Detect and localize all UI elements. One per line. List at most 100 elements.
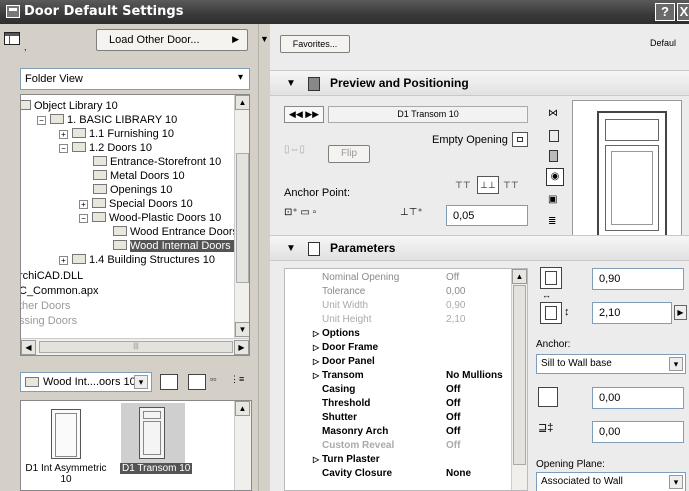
reveal-side-icon[interactable]: ⊡⁺ ▭ ▫ (284, 207, 326, 223)
param-group-door-frame[interactable]: ▷ Door Frame (313, 341, 528, 354)
tree-item[interactable]: +1.4 Building Structures 10 (59, 254, 215, 267)
param-group-door-panel[interactable]: ▷ Door Panel (313, 355, 528, 368)
thumbnail-d1-transom-selected[interactable] (121, 403, 185, 463)
scroll-down-icon[interactable]: ▼ (235, 322, 249, 337)
scroll-left-icon[interactable]: ◀ (21, 340, 36, 355)
plan-view-icon[interactable]: ⋈ (548, 108, 558, 119)
tree-item[interactable]: Wood Entrance Doors 1 (113, 226, 247, 239)
param-group-options[interactable]: ▷ Options (313, 327, 528, 340)
tree-item-selected[interactable]: Wood Internal Doors 10 (113, 240, 246, 253)
tree-item[interactable]: Object Library 10 (21, 100, 118, 113)
folder-up-icon[interactable] (160, 374, 178, 390)
folder-icon (72, 142, 86, 152)
param-group-turn-plaster[interactable]: ▷ Turn Plaster (313, 453, 528, 466)
tree-item[interactable]: ther Doors (21, 300, 70, 313)
tree-item[interactable]: Metal Doors 10 (93, 170, 185, 183)
chevron-right-icon[interactable]: ▶ (674, 305, 687, 320)
3d-view-icon[interactable]: ◉ (546, 168, 564, 186)
help-button[interactable]: ? (655, 3, 675, 21)
list-view-icon[interactable]: ≣ (548, 216, 556, 227)
grid-view-icon[interactable]: ▣ (548, 194, 557, 205)
parameters-list[interactable]: Nominal Opening Off Tolerance 0,00 Unit Wi… (284, 268, 528, 491)
scroll-up-icon[interactable]: ▲ (235, 95, 249, 110)
preview-section-header[interactable]: ▼ Preview and Positioning (270, 70, 689, 96)
parameters-scrollbar[interactable]: ▲ (511, 269, 527, 490)
param-row[interactable]: Unit Height 2,10 (318, 313, 528, 326)
anchor-point-selector[interactable]: ⊤⊤ ⊥⊥ ⊤⊤ (455, 176, 521, 196)
folder-select[interactable]: Wood Int....oors 10 ▾ (20, 372, 152, 392)
expand-triangle-icon[interactable]: ▷ (313, 369, 319, 382)
collapse-icon[interactable]: − (59, 144, 68, 153)
favorites-button[interactable]: Favorites... (280, 35, 350, 53)
flip-button[interactable]: Flip (328, 145, 370, 163)
height-field[interactable]: 2,10 (592, 302, 672, 324)
offset-field[interactable]: 0,05 (446, 205, 528, 226)
thumbnail-scrollbar[interactable]: ▲ (234, 401, 251, 490)
anchor-left-icon[interactable]: ⊤⊤ (455, 180, 471, 191)
collapse-icon[interactable]: − (79, 214, 88, 223)
expand-triangle-icon[interactable]: ▷ (313, 327, 319, 340)
tree-item[interactable]: − 1.2 Doors 10 (59, 142, 152, 155)
tree-item[interactable]: + Special Doors 10 (79, 198, 193, 211)
small-icons-view-icon[interactable]: ▫▫ (210, 374, 224, 390)
scroll-thumb[interactable] (236, 153, 249, 283)
anchor-right-icon[interactable]: ⊤⊤ (503, 180, 519, 191)
library-tree[interactable]: Object Library 10 − 1. BASIC LIBRARY 10 +… (20, 94, 250, 356)
tree-item[interactable]: ssing Doors (21, 315, 77, 328)
anchor-center-icon[interactable]: ⊥⊥ (477, 176, 499, 194)
expand-icon[interactable]: + (59, 256, 68, 265)
head-height-field[interactable]: 0,00 (592, 421, 684, 443)
prev-next-arrows-icon[interactable]: ◀◀ ▶▶ (284, 106, 324, 123)
thumbnail-d1-int-asymmetric[interactable] (31, 405, 101, 465)
tree-item[interactable]: rchiCAD.DLL (21, 270, 83, 283)
scroll-thumb[interactable] (513, 285, 526, 465)
width-field[interactable]: 0,90 (592, 268, 684, 290)
param-row[interactable]: Masonry Arch Off (318, 425, 528, 438)
param-row[interactable]: Nominal Opening Off (318, 271, 528, 284)
collapse-triangle-icon[interactable]: ▼ (286, 78, 296, 89)
view-mode-icon[interactable]: , (4, 32, 32, 52)
tree-item[interactable]: − 1. BASIC LIBRARY 10 (37, 114, 177, 127)
scroll-right-icon[interactable]: ▶ (234, 340, 249, 355)
param-row[interactable]: Custom Reveal Off (318, 439, 528, 452)
expand-triangle-icon[interactable]: ▷ (313, 453, 319, 466)
scroll-up-icon[interactable]: ▲ (235, 401, 250, 416)
expand-icon[interactable]: + (79, 200, 88, 209)
folder-icon (25, 377, 39, 387)
collapse-icon[interactable]: − (37, 116, 46, 125)
expand-triangle-icon[interactable]: ▷ (313, 341, 319, 354)
param-row[interactable]: Threshold Off (318, 397, 528, 410)
empty-opening-checkbox[interactable] (512, 132, 528, 147)
opening-plane-select[interactable]: Associated to Wall ▾ (536, 472, 686, 491)
param-group-transom[interactable]: ▷ Transom No Mullions (313, 369, 528, 382)
scroll-thumb-h[interactable]: ||| (39, 341, 233, 353)
tree-horizontal-scrollbar[interactable]: ◀ ||| ▶ (21, 338, 249, 355)
list-view-icon[interactable]: ⋮≡ (230, 374, 248, 390)
elevation-view-icon[interactable] (549, 150, 558, 162)
param-row[interactable]: Shutter Off (318, 411, 528, 424)
param-row[interactable]: Cavity Closure None (318, 467, 528, 480)
param-row[interactable]: Tolerance 0,00 (318, 285, 528, 298)
tree-item[interactable]: − Wood-Plastic Doors 10 (79, 212, 221, 225)
expand-triangle-icon[interactable]: ▷ (313, 355, 319, 368)
view-select[interactable]: Folder View ▾ (20, 68, 250, 90)
large-icons-view-icon[interactable] (188, 374, 206, 390)
scroll-up-icon[interactable]: ▲ (512, 269, 527, 284)
section-view-icon[interactable] (549, 130, 559, 142)
tree-vertical-scrollbar[interactable]: ▲ ▼ (234, 95, 249, 338)
sill-height-field[interactable]: 0,00 (592, 387, 684, 409)
anchor-select[interactable]: Sill to Wall base ▾ (536, 354, 686, 374)
tree-item[interactable]: Openings 10 (93, 184, 172, 197)
tree-item[interactable]: C_Common.apx (21, 285, 98, 298)
param-row[interactable]: Unit Width 0,90 (318, 299, 528, 312)
load-other-door-button[interactable]: Load Other Door... ▶ (96, 29, 248, 51)
param-row[interactable]: Casing Off (318, 383, 528, 396)
collapse-triangle-icon[interactable]: ▼ (286, 243, 296, 254)
close-button[interactable]: X (677, 3, 689, 21)
panel-splitter[interactable]: ▼ (258, 24, 270, 491)
tree-item[interactable]: Entrance-Storefront 10 (93, 156, 221, 169)
object-thumbnails[interactable]: D1 Int Asymmetric 10 D1 Transom 10 ▲ (20, 400, 252, 491)
expand-icon[interactable]: + (59, 130, 68, 139)
parameters-section-header[interactable]: ▼ Parameters (270, 235, 689, 261)
tree-item[interactable]: +1.1 Furnishing 10 (59, 128, 174, 141)
